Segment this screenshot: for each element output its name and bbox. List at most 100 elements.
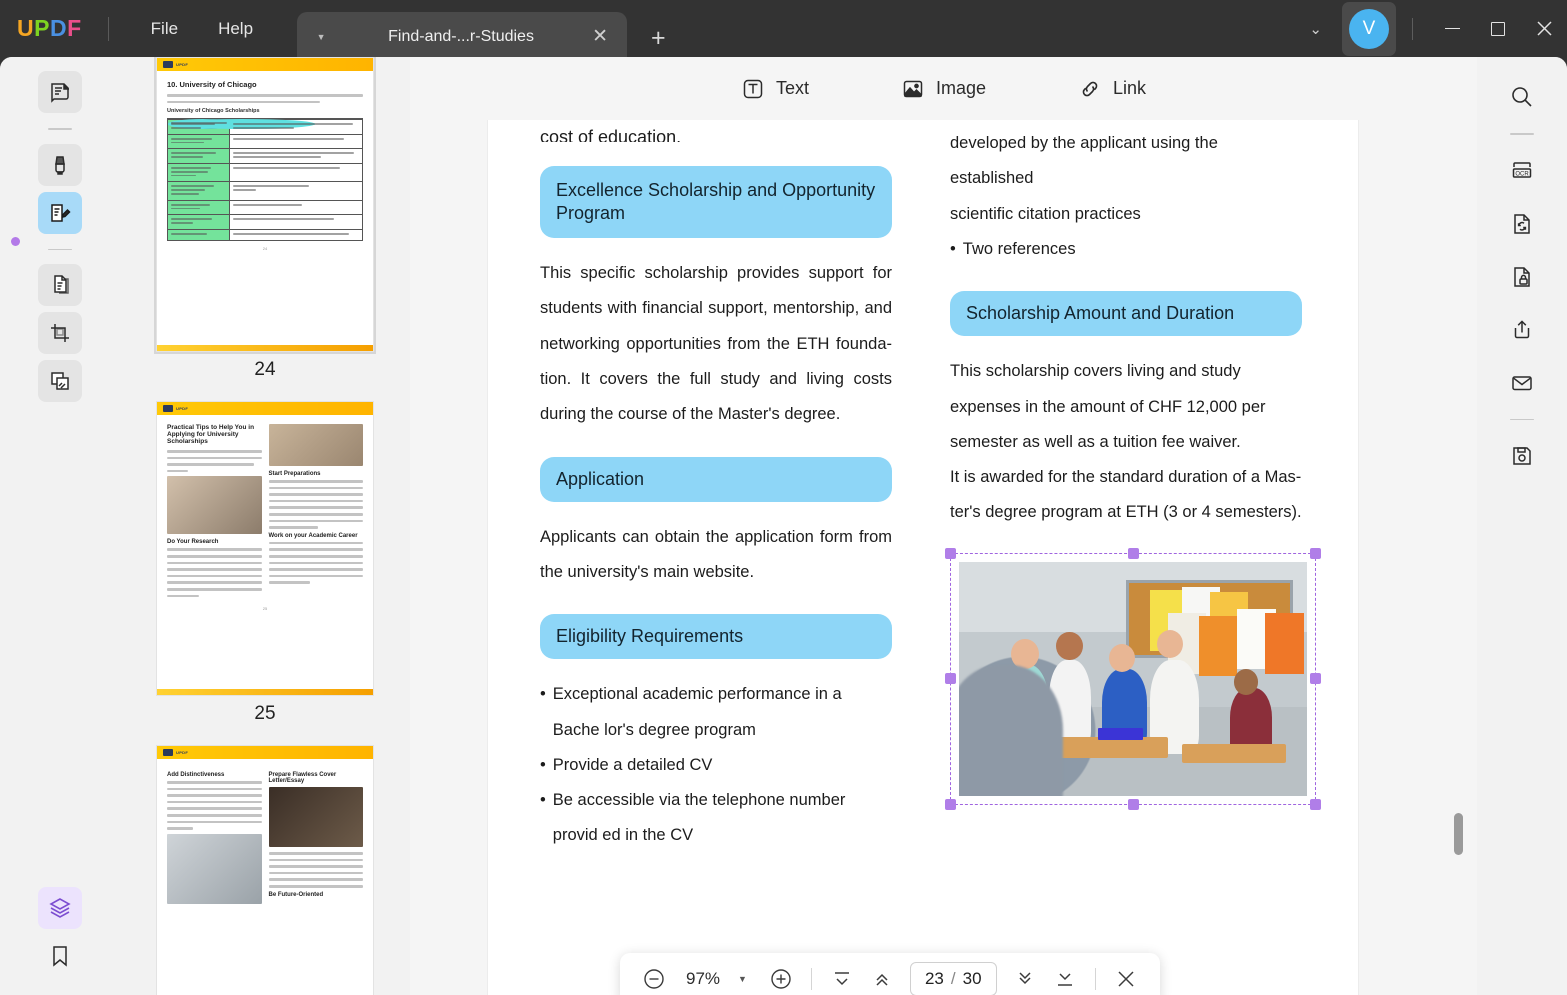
close-icon[interactable] xyxy=(1521,0,1567,57)
page-thumbnail-panel[interactable]: UPDF 10. University of Chicago Universit… xyxy=(120,57,410,995)
section-heading-excellence[interactable]: Excellence Scholarship and Opportunity P… xyxy=(540,166,892,239)
avatar: V xyxy=(1349,8,1389,49)
share-icon[interactable] xyxy=(1502,310,1542,350)
thumb-footer-page: 24 xyxy=(262,245,268,251)
resize-handle-top-left[interactable] xyxy=(945,547,956,559)
total-pages-value: 30 xyxy=(962,969,982,988)
logo-divider xyxy=(107,16,109,41)
close-icon[interactable]: ✕ xyxy=(587,25,613,48)
bullet-text: Provide a detailed CV xyxy=(552,755,713,774)
section-heading-application[interactable]: Application xyxy=(540,456,892,502)
logo-letter-u: U xyxy=(17,15,35,41)
previous-page-icon[interactable] xyxy=(864,961,900,995)
edit-pdf-icon[interactable] xyxy=(38,191,82,234)
email-icon[interactable] xyxy=(1502,363,1542,403)
updf-logo: U P D F xyxy=(17,15,82,42)
account-button[interactable]: V xyxy=(1342,1,1396,56)
thumb-brand-bar: UPDF xyxy=(157,58,373,71)
convert-pdf-icon[interactable] xyxy=(1502,204,1542,244)
text-box-icon xyxy=(741,77,765,101)
logo-letter-d: D xyxy=(49,15,68,41)
resize-handle-middle-right[interactable] xyxy=(1310,673,1321,685)
resize-handle-top-center[interactable] xyxy=(1127,547,1139,559)
bookmark-icon[interactable] xyxy=(38,935,82,977)
rail-divider xyxy=(1510,418,1534,421)
menu-file[interactable]: File xyxy=(131,13,198,45)
scrollbar-thumb[interactable] xyxy=(1454,813,1463,855)
annotate-highlighter-icon[interactable] xyxy=(38,143,82,186)
thumbnail-page-24[interactable]: UPDF 10. University of Chicago Universit… xyxy=(156,57,374,352)
layers-panel-icon[interactable] xyxy=(38,887,82,929)
resize-handle-bottom-right[interactable] xyxy=(1310,798,1321,810)
chevron-down-icon[interactable]: ▼ xyxy=(734,974,759,984)
last-page-icon[interactable] xyxy=(1047,961,1083,995)
panel-resize-handle[interactable] xyxy=(11,237,20,246)
thumb-brand-bar: UPDF xyxy=(157,746,373,759)
reader-mode-icon[interactable] xyxy=(38,71,82,113)
add-text-label: Text xyxy=(775,78,809,98)
thumbnail-item[interactable]: UPDF Add Distinctiveness Prepare Flawles… xyxy=(120,745,410,995)
eligibility-bullet-list[interactable]: • Exceptional academic performance in a B… xyxy=(540,677,892,853)
vertical-scrollbar[interactable] xyxy=(1454,120,1463,995)
thumb-section: Do Your Research xyxy=(167,539,219,546)
bullet-icon: • xyxy=(540,685,546,704)
zoom-in-icon[interactable] xyxy=(763,961,799,995)
menu-help[interactable]: Help xyxy=(198,13,273,45)
selected-image-object[interactable] xyxy=(945,547,1321,810)
paragraph-duration[interactable]: It is awarded for the standard duration … xyxy=(950,460,1302,531)
left-tool-rail xyxy=(0,57,120,995)
page-number-input[interactable]: 23 / 30 xyxy=(909,962,997,995)
search-icon[interactable] xyxy=(1502,77,1542,117)
first-page-icon[interactable] xyxy=(824,961,860,995)
add-text-button[interactable]: Text xyxy=(731,71,819,107)
bullet-icon: • xyxy=(540,791,546,810)
add-image-button[interactable]: Image xyxy=(891,71,996,107)
thumbnail-item[interactable]: UPDF Practical Tips to Help You in Apply… xyxy=(120,401,410,745)
bullet-text: Two references xyxy=(962,239,1076,258)
thumbnail-item[interactable]: UPDF 10. University of Chicago Universit… xyxy=(120,57,410,401)
document-tab[interactable]: ▼ Find-and-...r-Studies ✕ xyxy=(297,12,628,61)
chevron-down-icon[interactable]: ⌄ xyxy=(1295,12,1336,46)
title-bar: U P D F File Help ▼ Find-and-...r-Studie… xyxy=(0,0,1567,61)
thumb-section: Add Distinctiveness xyxy=(167,772,225,778)
zoom-out-icon[interactable] xyxy=(636,961,672,995)
resize-handle-middle-left[interactable] xyxy=(945,673,956,685)
list-item: • Provide a detailed CV xyxy=(540,748,892,783)
list-item: • Two references xyxy=(950,232,1302,267)
tab-title: Find-and-...r-Studies xyxy=(388,27,534,45)
classroom-photo xyxy=(959,561,1307,796)
paragraph-scholarship-amount[interactable]: This scholarship covers living and study… xyxy=(950,354,1302,460)
titlebar-right-controls: ⌄ V xyxy=(1295,0,1567,57)
bullet-text: Be accessible via the telephone number p… xyxy=(552,791,846,845)
pdf-page[interactable]: cost of education. Excellence Scholarshi… xyxy=(488,120,1358,995)
minimize-icon[interactable] xyxy=(1429,0,1475,57)
paragraph-excellence[interactable]: This specific scholarship provides suppo… xyxy=(540,256,892,432)
zoom-level-value[interactable]: 97% xyxy=(676,969,730,989)
page-right-column: developed by the applicant using the est… xyxy=(945,128,1321,854)
save-icon[interactable] xyxy=(1502,436,1542,476)
add-link-button[interactable]: Link xyxy=(1068,71,1156,107)
plus-icon[interactable]: + xyxy=(643,24,674,53)
thumbnail-page-25[interactable]: UPDF Practical Tips to Help You in Apply… xyxy=(156,401,374,696)
resize-handle-bottom-left[interactable] xyxy=(945,798,956,810)
toolbar-divider xyxy=(810,968,812,990)
section-heading-eligibility[interactable]: Eligibility Requirements xyxy=(540,614,892,660)
paragraph-application[interactable]: Applicants can obtain the application fo… xyxy=(540,520,892,591)
batch-process-icon[interactable] xyxy=(38,360,82,403)
close-toolbar-icon[interactable] xyxy=(1108,961,1144,995)
section-heading-scholarship-amount[interactable]: Scholarship Amount and Duration xyxy=(950,291,1302,337)
thumb-footer-page: 25 xyxy=(262,606,268,612)
resize-handle-top-right[interactable] xyxy=(1310,547,1321,559)
protect-document-icon[interactable] xyxy=(1502,257,1542,297)
thumb-section: Prepare Flawless Cover Letter/Essay xyxy=(268,772,337,784)
crop-page-icon[interactable] xyxy=(38,312,82,355)
references-bullet-list[interactable]: • Two references xyxy=(950,232,1302,267)
ocr-icon[interactable]: OCR xyxy=(1502,151,1542,191)
organize-pages-icon[interactable] xyxy=(38,264,82,307)
maximize-icon[interactable] xyxy=(1475,0,1521,57)
resize-handle-bottom-center[interactable] xyxy=(1127,798,1139,810)
chevron-down-icon[interactable]: ▼ xyxy=(313,32,329,42)
next-page-icon[interactable] xyxy=(1007,961,1043,995)
thumbnail-page-26[interactable]: UPDF Add Distinctiveness Prepare Flawles… xyxy=(156,745,374,995)
thumbnail-page-number: 25 xyxy=(254,703,276,724)
